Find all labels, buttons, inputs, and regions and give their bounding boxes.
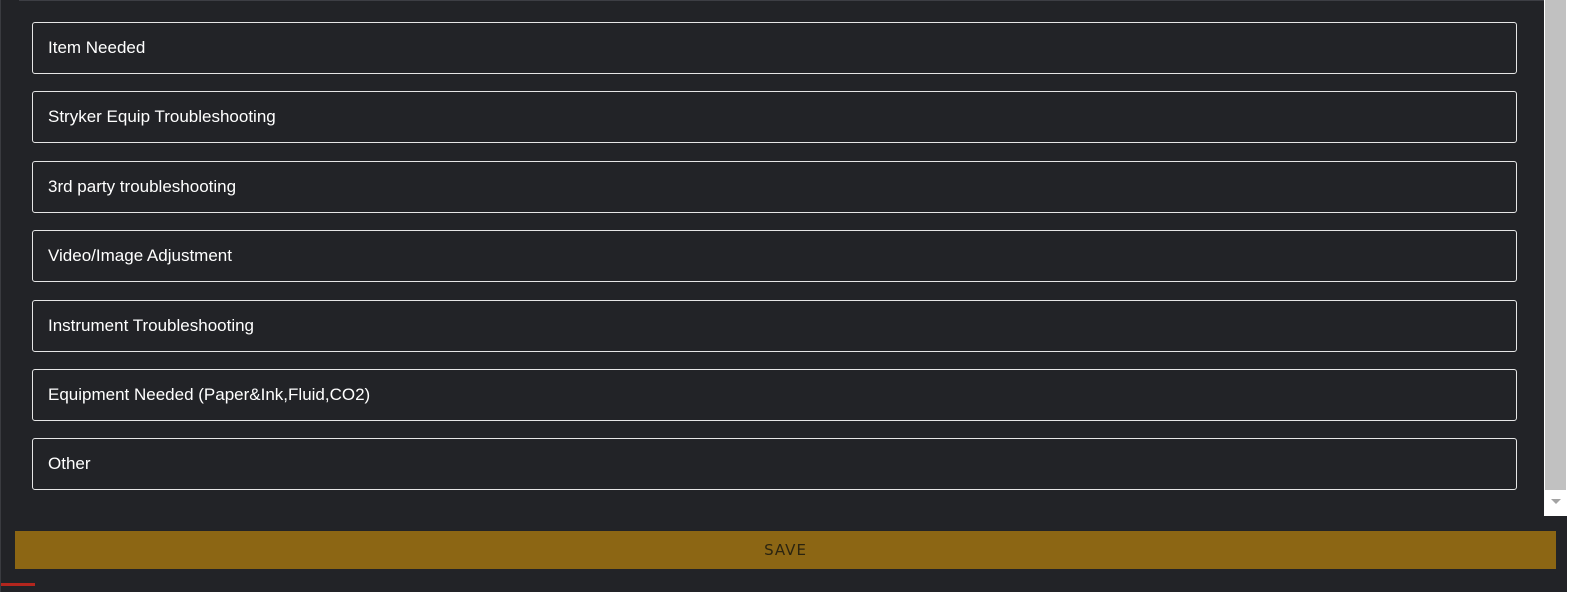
- dialog-panel: Item Needed Stryker Equip Troubleshootin…: [0, 0, 1583, 592]
- option-label: 3rd party troubleshooting: [48, 176, 237, 196]
- save-button[interactable]: SAVE: [15, 531, 1556, 569]
- bottom-strip: [1, 583, 1567, 592]
- option-list: Item Needed Stryker Equip Troubleshootin…: [32, 22, 1517, 508]
- scroll-down-arrow-icon[interactable]: [1544, 490, 1567, 512]
- option-stryker-equip-troubleshooting[interactable]: Stryker Equip Troubleshooting: [32, 91, 1517, 144]
- option-item-needed[interactable]: Item Needed: [32, 22, 1517, 74]
- option-label: Stryker Equip Troubleshooting: [48, 107, 276, 127]
- option-equipment-needed[interactable]: Equipment Needed (Paper&Ink,Fluid,CO2): [32, 368, 1517, 421]
- option-other[interactable]: Other: [32, 438, 1517, 491]
- option-instrument-troubleshooting[interactable]: Instrument Troubleshooting: [32, 299, 1517, 352]
- option-3rd-party-troubleshooting[interactable]: 3rd party troubleshooting: [32, 160, 1517, 213]
- right-edge: [1567, 0, 1583, 592]
- bottom-red-accent: [1, 583, 35, 586]
- options-scroll-area[interactable]: Item Needed Stryker Equip Troubleshootin…: [1, 0, 1544, 516]
- option-video-image-adjustment[interactable]: Video/Image Adjustment: [32, 230, 1517, 283]
- scrollbar-thumb[interactable]: [1545, 0, 1566, 490]
- option-label: Item Needed: [48, 38, 146, 57]
- vertical-scrollbar[interactable]: [1544, 0, 1567, 516]
- option-label: Other: [48, 454, 91, 474]
- save-button-label: SAVE: [764, 541, 807, 559]
- option-label: Video/Image Adjustment: [48, 246, 232, 266]
- option-label: Instrument Troubleshooting: [48, 315, 255, 335]
- option-label: Equipment Needed (Paper&Ink,Fluid,CO2): [48, 384, 371, 404]
